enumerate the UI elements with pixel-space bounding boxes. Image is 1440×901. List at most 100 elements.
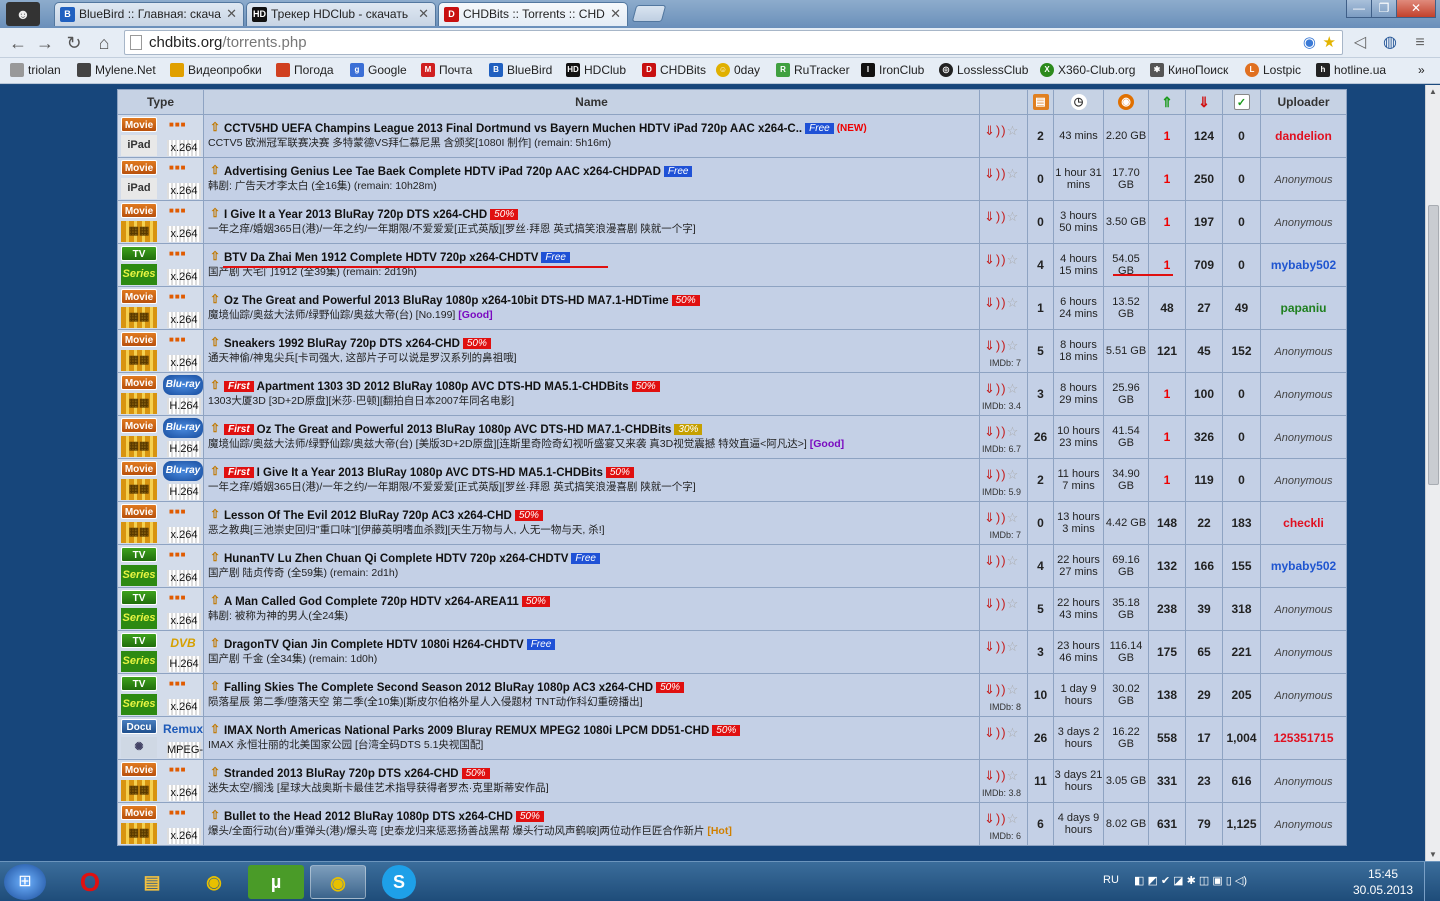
bookmark-item[interactable]: Mylene.Net [77,62,156,79]
favorite-star-icon[interactable]: ☆ [1007,252,1020,267]
bookmark-item[interactable]: R RuTracker [776,62,850,79]
user-avatar-icon[interactable]: ☻ [6,2,40,26]
snatched-header[interactable]: ✓ [1222,89,1261,115]
leechers-count[interactable]: 100 [1185,372,1223,416]
favorite-star-icon[interactable]: ☆ [1007,811,1020,826]
torrent-title[interactable]: BTV Da Zhai Men 1912 Complete HDTV 720p … [224,252,538,264]
bookmark-item[interactable]: ☺ 0day [716,62,760,79]
reload-icon[interactable]: ↻ [62,31,86,55]
maximize-button[interactable]: ❐ [1371,0,1397,18]
close-tab-icon[interactable]: ✕ [226,3,237,25]
page-scrollbar[interactable]: ▲ ▼ [1425,85,1440,861]
close-window-button[interactable]: ✕ [1396,0,1436,18]
torrent-title[interactable]: Lesson Of The Evil 2012 BluRay 720p AC3 … [224,510,512,522]
category-badge[interactable]: TV [121,633,157,648]
uploader-name[interactable]: mybaby502 [1260,243,1347,287]
comments-count[interactable]: 0 [1027,157,1054,201]
category-badge[interactable]: TV [121,246,157,261]
rss-icon[interactable]: )) [996,768,1007,783]
download-icon[interactable]: ⇓ [984,811,996,826]
show-desktop-button[interactable] [1424,862,1440,901]
download-icon[interactable]: ⇓ [984,166,996,181]
download-icon[interactable]: ⇓ [984,682,996,697]
type-header[interactable]: Type [117,89,204,115]
category-badge[interactable]: Movie [121,504,157,519]
favorite-star-icon[interactable]: ☆ [1007,209,1020,224]
torrent-title[interactable]: Sneakers 1992 BluRay 720p DTS x264-CHD [224,338,460,350]
download-icon[interactable]: ⇓ [984,639,996,654]
seeders-count[interactable]: 1 [1148,200,1186,244]
torrent-title[interactable]: DragonTV Qian Jin Complete HDTV 1080i H2… [224,639,524,651]
start-button[interactable]: ⊞ [4,864,46,900]
category-badge[interactable]: TV [121,676,157,691]
uploader-name[interactable]: Anonymous [1260,458,1347,502]
leechers-count[interactable]: 29 [1185,673,1223,717]
favorite-star-icon[interactable]: ☆ [1007,123,1020,138]
comments-count[interactable]: 2 [1027,458,1054,502]
category-badge[interactable]: Movie [121,461,157,476]
rss-icon[interactable]: )) [996,639,1007,654]
snatched-count[interactable]: 0 [1222,372,1261,416]
snatched-count[interactable]: 0 [1222,415,1261,459]
close-tab-icon[interactable]: ✕ [610,3,621,25]
download-icon[interactable]: ⇓ [984,295,996,310]
uploader-header[interactable]: Uploader [1260,89,1347,115]
favorite-star-icon[interactable]: ☆ [1007,596,1020,611]
leechers-count[interactable]: 39 [1185,587,1223,631]
more-bookmarks-icon[interactable]: » [1418,62,1425,79]
torrent-title[interactable]: Apartment 1303 3D 2012 BluRay 1080p AVC … [257,381,629,393]
category-badge[interactable]: TV [121,590,157,605]
rss-icon[interactable]: )) [996,596,1007,611]
new-tab-button[interactable] [631,5,667,22]
uploader-name[interactable]: Anonymous [1260,157,1347,201]
seeders-count[interactable]: 631 [1148,802,1186,846]
uploader-name[interactable]: Anonymous [1260,759,1347,803]
rss-icon[interactable]: )) [996,166,1007,181]
seeders-count[interactable]: 148 [1148,501,1186,545]
snatched-count[interactable]: 152 [1222,329,1261,373]
category-badge[interactable]: Movie [121,160,157,175]
bookmark-item[interactable]: triolan [10,62,61,79]
leechers-count[interactable]: 45 [1185,329,1223,373]
bookmark-item[interactable]: Погода [276,62,334,79]
comments-count[interactable]: 0 [1027,200,1054,244]
torrent-title[interactable]: A Man Called God Complete 720p HDTV x264… [224,596,519,608]
leechers-count[interactable]: 124 [1185,114,1223,158]
scroll-down-icon[interactable]: ▼ [1429,850,1437,859]
category-badge[interactable]: Movie [121,289,157,304]
favorite-star-icon[interactable]: ☆ [1007,381,1020,396]
leechers-count[interactable]: 27 [1185,286,1223,330]
rss-icon[interactable]: )) [996,682,1007,697]
snatched-count[interactable]: 0 [1222,157,1261,201]
bookmark-item[interactable]: g Google [350,62,407,79]
uploader-name[interactable]: Anonymous [1260,329,1347,373]
rss-icon[interactable]: )) [996,510,1007,525]
leechers-count[interactable]: 250 [1185,157,1223,201]
leechers-count[interactable]: 197 [1185,200,1223,244]
download-icon[interactable]: ⇓ [984,725,996,740]
back-icon[interactable]: ← [6,31,30,55]
snatched-count[interactable]: 1,125 [1222,802,1261,846]
torrent-title[interactable]: Oz The Great and Powerful 2013 BluRay 10… [224,295,669,307]
chrome-icon[interactable]: ◉ [186,865,242,899]
torrent-title[interactable]: CCTV5HD UEFA Champins League 2013 Final … [224,123,802,135]
comments-count[interactable]: 26 [1027,415,1054,459]
seeders-count[interactable]: 132 [1148,544,1186,588]
leechers-count[interactable]: 17 [1185,716,1223,760]
comments-count[interactable]: 5 [1027,587,1054,631]
comments-count[interactable]: 2 [1027,114,1054,158]
download-icon[interactable]: ⇓ [984,467,996,482]
download-icon[interactable]: ⇓ [984,209,996,224]
rss-icon[interactable]: )) [996,252,1007,267]
download-icon[interactable]: ⇓ [984,553,996,568]
chrome-active-icon[interactable]: ◉ [310,865,366,899]
comments-count[interactable]: 3 [1027,372,1054,416]
snatched-count[interactable]: 49 [1222,286,1261,330]
favorite-star-icon[interactable]: ☆ [1007,553,1020,568]
favorite-star-icon[interactable]: ☆ [1007,295,1020,310]
address-bar[interactable]: chdbits.org/torrents.php ◉ ★ [124,30,1343,55]
time-header[interactable]: ◷ [1053,89,1104,115]
language-indicator[interactable]: RU [1103,874,1119,886]
uploader-name[interactable]: checkli [1260,501,1347,545]
uploader-name[interactable]: dandelion [1260,114,1347,158]
